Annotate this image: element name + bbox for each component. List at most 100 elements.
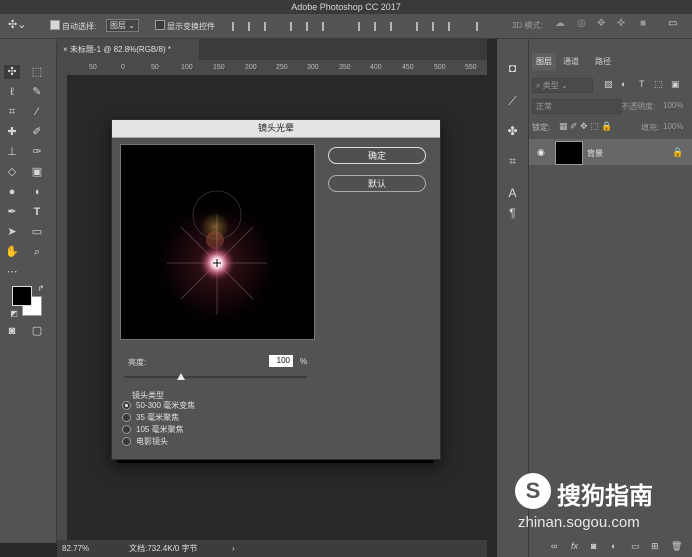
history-brush-icon[interactable]: ✑ xyxy=(29,145,45,159)
layer-filter-dropdown[interactable]: ⌕ 类型 ⌄ xyxy=(532,78,593,93)
brightness-input[interactable]: 100 xyxy=(269,355,293,367)
more-tools-icon[interactable]: ⋯ xyxy=(4,265,20,279)
tab-channels[interactable]: 通道 xyxy=(559,53,583,71)
filter-shape-icon[interactable]: ⬚ xyxy=(654,79,663,90)
eraser-tool-icon[interactable]: ◇ xyxy=(4,165,20,179)
distribute-left-icon[interactable] xyxy=(416,22,425,31)
distribute-vcenter-icon[interactable] xyxy=(374,22,383,31)
3d-roll-icon[interactable]: ◎ xyxy=(577,18,586,29)
paragraph-icon[interactable]: ¶ xyxy=(505,206,520,220)
chevron-right-icon[interactable]: › xyxy=(232,540,235,557)
workspace-icon[interactable]: ▭ xyxy=(668,18,677,29)
filter-adjust-icon[interactable]: ◐ xyxy=(621,79,626,89)
align-vcenter-icon[interactable] xyxy=(248,22,257,31)
lens-option-radio[interactable] xyxy=(122,437,131,446)
screen-mode-icon[interactable]: ▢ xyxy=(29,324,45,338)
trash-icon[interactable]: 🗑 xyxy=(671,541,682,552)
3d-scale-icon[interactable]: ■ xyxy=(640,18,646,29)
dodge-tool-icon[interactable]: ◖ xyxy=(29,185,45,199)
brightness-slider-track[interactable] xyxy=(124,376,307,378)
brush-tool-icon[interactable]: ✐ xyxy=(29,125,45,139)
distribute-bottom-icon[interactable] xyxy=(390,22,399,31)
ruler-tick: 50 xyxy=(89,64,97,71)
show-transform-checkbox[interactable]: 显示变换控件 xyxy=(155,20,215,32)
lens-option-radio[interactable] xyxy=(122,401,131,410)
link-layers-icon[interactable]: ∞ xyxy=(551,541,557,551)
clone-stamp-icon[interactable]: ⊥ xyxy=(4,145,20,159)
distribute-top-icon[interactable] xyxy=(358,22,367,31)
lens-option-label[interactable]: 105 毫米聚焦 xyxy=(136,424,184,435)
lens-option-label[interactable]: 50-300 毫米变焦 xyxy=(136,400,195,411)
fx-icon[interactable]: fx xyxy=(571,541,578,551)
3d-slide-icon[interactable]: ✜ xyxy=(617,18,625,29)
layer-name[interactable]: 背景 xyxy=(587,148,603,159)
tab-layers[interactable]: 图层 xyxy=(532,53,556,71)
pen-tool-icon[interactable]: ✒ xyxy=(4,205,20,219)
adjustment-layer-icon[interactable]: ◐ xyxy=(611,541,616,551)
crop-panel-icon[interactable]: ⌗ xyxy=(505,154,520,168)
quick-mask-icon[interactable]: ◙ xyxy=(4,324,20,338)
align-bottom-icon[interactable] xyxy=(264,22,273,31)
fill-value[interactable]: 100% xyxy=(663,122,683,131)
visibility-eye-icon[interactable]: ◉ xyxy=(537,147,545,158)
lasso-tool-icon[interactable]: ℓ xyxy=(4,85,20,99)
plugins-icon[interactable]: ✤ xyxy=(505,124,520,138)
swap-colors-icon[interactable]: ↱ xyxy=(33,282,49,296)
curves-icon[interactable]: ⟋ xyxy=(505,94,520,108)
lock-pixels-icon[interactable]: ▦ ✐ ✥ ⬚ 🔒 xyxy=(559,121,612,132)
rectangle-tool-icon[interactable]: ▭ xyxy=(29,225,45,239)
mask-icon[interactable]: ◙ xyxy=(591,541,596,551)
lens-option-radio[interactable] xyxy=(122,425,131,434)
default-button[interactable]: 默认 xyxy=(328,175,426,192)
zoom-level[interactable]: 82.77% xyxy=(62,540,89,557)
align-top-icon[interactable] xyxy=(232,22,241,31)
foreground-color-swatch[interactable] xyxy=(12,286,32,306)
quick-select-tool-icon[interactable]: ✎ xyxy=(29,85,45,99)
blur-tool-icon[interactable]: ● xyxy=(4,185,20,199)
3d-orbit-icon[interactable]: ☁ xyxy=(555,18,565,29)
document-info: 文档:732.4K/0 字节 xyxy=(129,544,198,553)
ok-button[interactable]: 确定 xyxy=(328,147,426,164)
align-right-icon[interactable] xyxy=(322,22,331,31)
lens-option-radio[interactable] xyxy=(122,413,131,422)
zoom-tool-icon[interactable]: ⌕ xyxy=(29,245,45,259)
filter-smart-icon[interactable]: ▣ xyxy=(671,79,680,90)
opacity-value[interactable]: 100% xyxy=(663,101,683,110)
hand-tool-icon[interactable]: ✋ xyxy=(4,245,20,259)
type-tool-icon[interactable]: T xyxy=(29,205,45,219)
new-layer-icon[interactable]: ⊞ xyxy=(651,541,659,552)
distribute-hcenter-icon[interactable] xyxy=(432,22,441,31)
document-tab[interactable]: × 未标题-1 @ 82.8%(RGB/8) * xyxy=(57,39,199,60)
lens-option-label[interactable]: 电影镜头 xyxy=(136,436,168,447)
crop-tool-icon[interactable]: ⌗ xyxy=(4,105,20,119)
move-tool-icon[interactable]: ✣ xyxy=(4,65,20,79)
character-icon[interactable]: A xyxy=(505,186,520,200)
move-tool-icon[interactable]: ✣⌄ xyxy=(8,18,26,31)
flare-preview[interactable] xyxy=(120,144,315,340)
default-colors-icon[interactable]: ◩ xyxy=(6,307,22,321)
healing-brush-icon[interactable]: ✚ xyxy=(4,125,20,139)
close-icon[interactable]: × xyxy=(63,45,68,54)
align-left-icon[interactable] xyxy=(290,22,299,31)
align-hcenter-icon[interactable] xyxy=(306,22,315,31)
filter-pixel-icon[interactable]: ▨ xyxy=(604,79,613,90)
gradient-tool-icon[interactable]: ▣ xyxy=(29,165,45,179)
watermark-url: zhinan.sogou.com xyxy=(518,514,640,531)
3d-pan-icon[interactable]: ✥ xyxy=(597,18,605,29)
blend-mode-dropdown[interactable]: 正常 xyxy=(532,99,622,114)
lens-option-label[interactable]: 35 毫米聚焦 xyxy=(136,412,179,423)
eyedropper-tool-icon[interactable]: ⁄ xyxy=(29,105,45,119)
ruler-tick: 150 xyxy=(213,64,225,71)
auto-select-checkbox[interactable]: 自动选择: xyxy=(50,20,96,32)
path-select-icon[interactable]: ➤ xyxy=(4,225,20,239)
marquee-tool-icon[interactable]: ⬚ xyxy=(29,65,45,79)
auto-select-dropdown[interactable]: 图层 ⌄ xyxy=(106,19,139,32)
libraries-icon[interactable]: ◘ xyxy=(505,61,520,75)
layer-row[interactable]: ◉ 背景 🔒 xyxy=(529,139,692,165)
brightness-slider-thumb[interactable] xyxy=(176,373,185,380)
filter-type-icon[interactable]: T xyxy=(639,79,645,89)
tab-paths[interactable]: 路径 xyxy=(591,53,615,71)
auto-align-icon[interactable] xyxy=(476,22,485,31)
distribute-right-icon[interactable] xyxy=(448,22,457,31)
group-icon[interactable]: ▭ xyxy=(631,541,640,552)
